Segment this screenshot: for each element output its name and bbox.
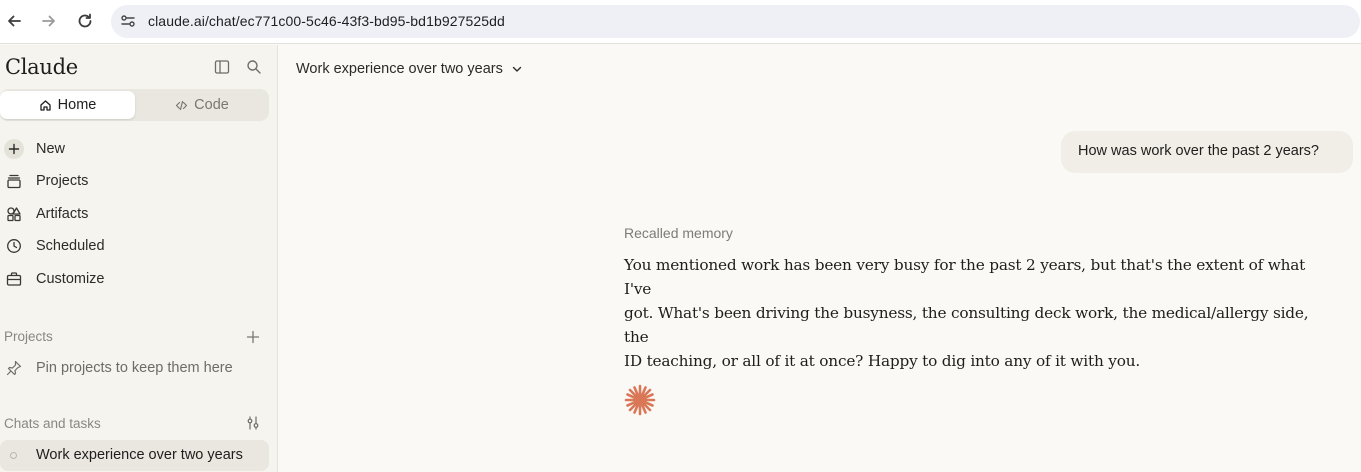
pin-hint-label: Pin projects to keep them here (36, 360, 233, 376)
chat-title-text: Work experience over two years (296, 61, 503, 77)
forward-arrow-icon[interactable] (36, 8, 62, 34)
sidebar-toggle-icon[interactable] (213, 58, 231, 76)
home-icon (40, 99, 51, 111)
briefcase-icon (4, 269, 24, 289)
chat-status-dot-icon (10, 452, 17, 459)
code-tab-label: Code (194, 97, 229, 113)
sidebar-item-projects[interactable]: Projects (0, 166, 270, 196)
chevron-down-icon (512, 66, 522, 72)
artifacts-icon (4, 204, 24, 224)
plus-icon (4, 139, 24, 159)
sidebar-item-scheduled[interactable]: Scheduled (0, 231, 270, 261)
home-tab-label: Home (57, 97, 97, 113)
brand-logo[interactable]: Claude (5, 55, 78, 79)
claude-spark-icon (624, 384, 656, 416)
chat-item-label: Work experience over two years (36, 447, 243, 463)
user-message-text: How was work over the past 2 years? (1078, 143, 1319, 159)
chat-title-dropdown[interactable]: Work experience over two years (296, 61, 523, 77)
projects-section-title: Projects (4, 329, 53, 344)
site-info-icon[interactable] (119, 12, 137, 30)
assistant-reply: You mentioned work has been very busy fo… (624, 253, 1336, 373)
back-arrow-icon[interactable] (1, 8, 27, 34)
url-text: claude.ai/chat/ec771c00-5c46-43f3-bd95-b… (148, 13, 505, 29)
reply-line: got. What's been driving the busyness, t… (624, 304, 1309, 346)
search-icon[interactable] (245, 58, 263, 76)
chat-main: Work experience over two years How was w… (278, 45, 1361, 472)
clock-icon (4, 236, 24, 256)
add-project-icon[interactable] (245, 329, 261, 345)
sidebar-item-customize[interactable]: Customize (0, 264, 270, 294)
home-tab[interactable]: Home (0, 91, 135, 119)
sidebar-item-artifacts[interactable]: Artifacts (0, 199, 270, 229)
pin-icon (4, 358, 24, 378)
sidebar-item-label: New (36, 141, 66, 157)
projects-icon (4, 171, 24, 191)
reply-line: ID teaching, or all of it at once? Happy… (624, 352, 1141, 370)
reload-icon[interactable] (72, 8, 98, 34)
sidebar-item-label: Customize (36, 271, 105, 287)
sidebar-item-label: Projects (36, 173, 89, 189)
browser-toolbar: claude.ai/chat/ec771c00-5c46-43f3-bd95-b… (0, 0, 1361, 44)
sidebar: Claude Home Code New Projects Artifacts … (0, 45, 278, 472)
pin-projects-hint: Pin projects to keep them here (0, 353, 270, 383)
user-message-bubble: How was work over the past 2 years? (1061, 131, 1353, 173)
chats-section-title: Chats and tasks (4, 416, 101, 431)
chat-list-item-active[interactable]: Work experience over two years (0, 440, 269, 471)
sidebar-item-label: Scheduled (36, 238, 105, 254)
recalled-memory-label[interactable]: Recalled memory (624, 225, 733, 241)
filter-icon[interactable] (245, 415, 261, 431)
sidebar-item-new[interactable]: New (0, 134, 270, 164)
sidebar-item-label: Artifacts (36, 206, 89, 222)
mode-switcher: Home Code (0, 89, 269, 121)
code-icon (176, 100, 188, 110)
code-tab[interactable]: Code (135, 91, 269, 119)
address-bar[interactable]: claude.ai/chat/ec771c00-5c46-43f3-bd95-b… (111, 5, 1360, 38)
reply-line: You mentioned work has been very busy fo… (624, 256, 1306, 298)
